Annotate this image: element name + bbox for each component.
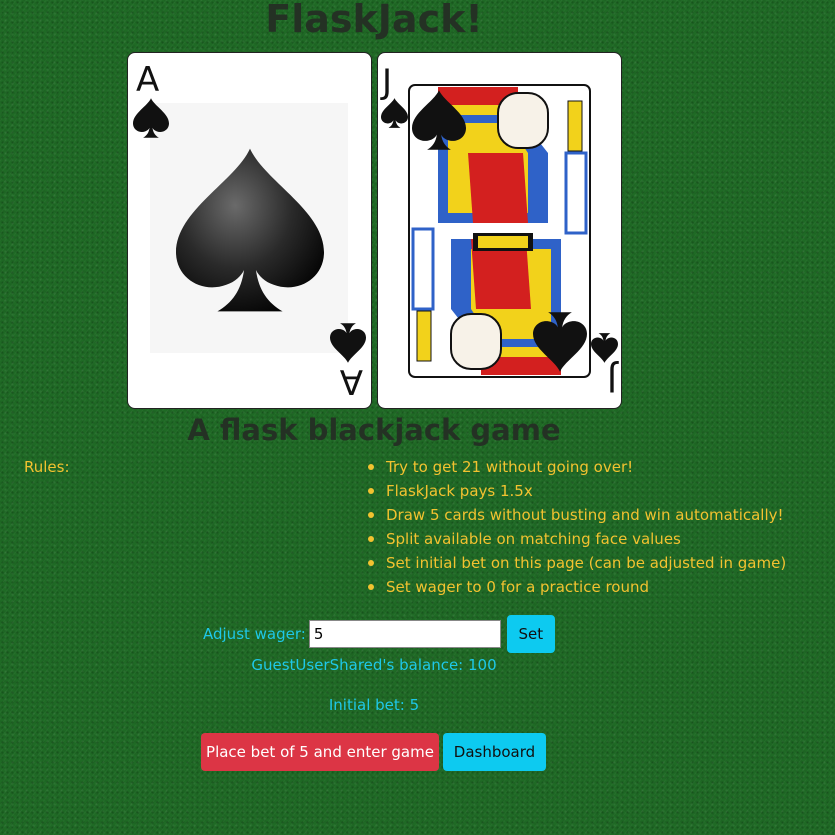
rule-item: Set initial bet on this page (can be adj…	[367, 553, 786, 577]
rules-label: Rules:	[24, 458, 70, 476]
rule-item: Try to get 21 without going over!	[367, 457, 786, 481]
rules-list: Try to get 21 without going over! FlaskJ…	[367, 457, 786, 601]
card-rank-text: J	[380, 62, 392, 102]
card-rank-text-rotated: J	[607, 359, 619, 399]
wager-input[interactable]	[308, 620, 501, 648]
rule-item: Draw 5 cards without busting and win aut…	[367, 505, 786, 529]
card-ace-of-spades: A A	[127, 52, 372, 409]
place-bet-button[interactable]: Place bet of 5 and enter game	[201, 733, 439, 771]
initial-bet-text: Initial bet: 5	[328, 696, 420, 714]
card-rank-text-rotated: A	[340, 361, 363, 401]
set-wager-button[interactable]: Set	[506, 615, 555, 653]
rule-item: Split available on matching face values	[367, 529, 786, 553]
dashboard-button[interactable]: Dashboard	[443, 733, 546, 771]
wager-label: Adjust wager:	[203, 625, 306, 643]
rule-item: FlaskJack pays 1.5x	[367, 481, 786, 505]
wager-form: Adjust wager: Set	[203, 615, 555, 653]
card-rank-text: A	[136, 60, 159, 100]
page-title: FlaskJack!	[265, 0, 483, 41]
action-buttons: Place bet of 5 and enter game Dashboard	[201, 733, 546, 771]
balance-text: GuestUserShared's balance: 100	[251, 656, 497, 674]
card-jack-of-spades: J J	[377, 52, 622, 409]
page-subtitle: A flask blackjack game	[187, 413, 561, 447]
rule-item: Set wager to 0 for a practice round	[367, 577, 786, 601]
